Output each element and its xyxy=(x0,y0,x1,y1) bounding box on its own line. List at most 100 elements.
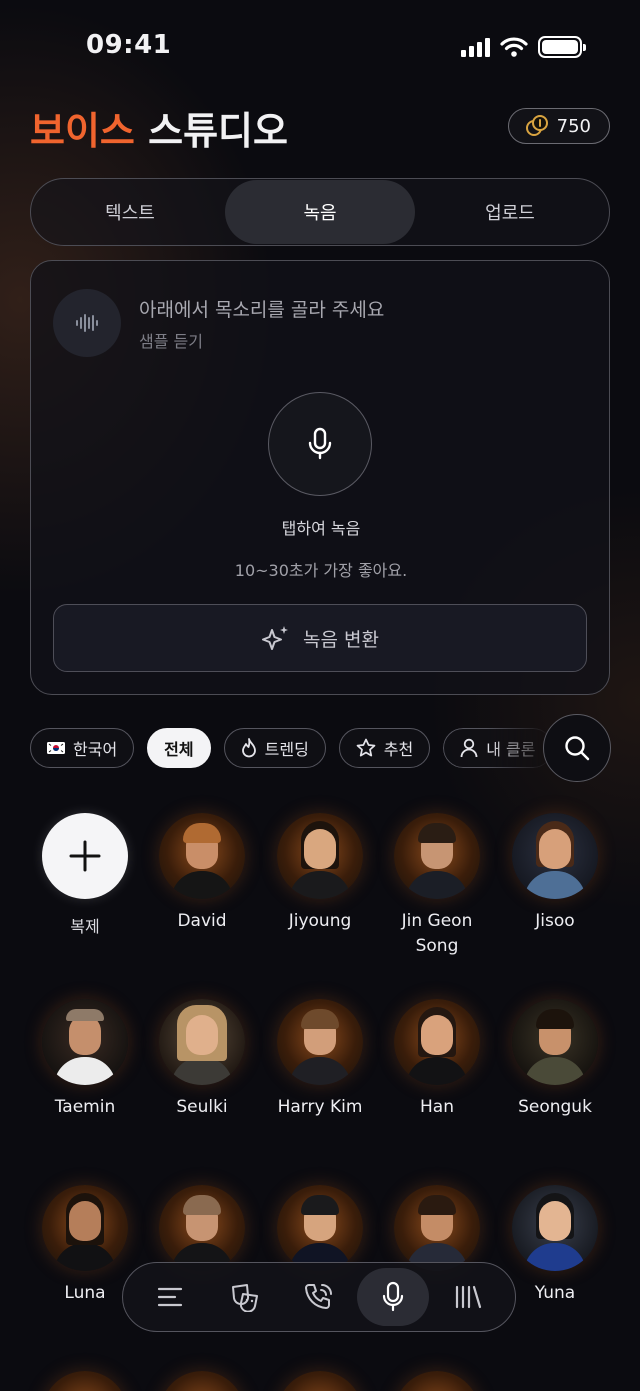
filter-my-clones[interactable]: 내 클론 xyxy=(443,728,553,768)
avatar-jisoo xyxy=(512,813,598,899)
voice-name: Seulki xyxy=(176,1097,228,1117)
credits-badge[interactable]: 750 xyxy=(507,108,610,144)
nav-characters[interactable] xyxy=(209,1268,281,1326)
tab-text[interactable]: 텍스트 xyxy=(35,180,225,244)
voice-name: Harry Kim xyxy=(277,1097,363,1117)
search-button[interactable] xyxy=(543,714,611,782)
voice-name: Yuna xyxy=(534,1283,576,1303)
tab-upload[interactable]: 업로드 xyxy=(415,180,605,244)
record-card: 아래에서 목소리를 골라 주세요 샘플 듣기 탭하여 녹음 10~30초가 가장… xyxy=(30,260,610,695)
convert-recording-button[interactable]: 녹음 변환 xyxy=(53,604,587,672)
input-mode-tabs: 텍스트 녹음 업로드 xyxy=(30,178,610,246)
title-rest: 스튜디오 xyxy=(148,109,288,153)
avatar xyxy=(159,1185,245,1271)
tap-to-record-label: 탭하여 녹음 xyxy=(281,519,361,538)
title-accent: 보이스 xyxy=(30,109,135,153)
avatar-jiyoung xyxy=(277,813,363,899)
avatar xyxy=(277,1185,363,1271)
sample-subtitle: 샘플 듣기 xyxy=(139,331,203,351)
avatar-yuna xyxy=(512,1185,598,1271)
voice-card-yuna[interactable]: Yuna xyxy=(500,1185,610,1306)
voice-card[interactable] xyxy=(265,1185,375,1271)
voice-filter-bar: 한국어 전체 트렌딩 추천 내 클론 xyxy=(30,728,560,768)
filter-trending[interactable]: 트렌딩 xyxy=(223,728,326,768)
phone-call-icon xyxy=(304,1284,332,1309)
voice-name: Taemin xyxy=(54,1097,116,1117)
voice-card-jisoo[interactable]: Jisoo xyxy=(500,813,610,934)
voice-name: Jisoo xyxy=(535,911,575,931)
nav-menu[interactable] xyxy=(134,1268,206,1326)
record-button[interactable] xyxy=(268,392,372,496)
filter-korean[interactable]: 한국어 xyxy=(30,728,135,768)
avatar xyxy=(277,1371,363,1391)
filter-recommended[interactable]: 추천 xyxy=(338,728,431,768)
tab-record[interactable]: 녹음 xyxy=(225,180,415,244)
microphone-icon xyxy=(308,427,332,460)
filter-korean-label: 한국어 xyxy=(73,740,118,759)
voice-studio-screen: 09:41 보이스 스튜디오 750 텍스트 녹음 업로드 아래에서 목소리를 … xyxy=(0,0,640,1391)
theater-mask-icon xyxy=(231,1284,258,1312)
avatar xyxy=(42,1371,128,1391)
avatar xyxy=(159,1371,245,1391)
star-icon xyxy=(356,738,376,757)
plus-icon xyxy=(69,840,101,872)
voice-name: Jin Geon Song xyxy=(401,911,473,956)
filter-recommended-label: 추천 xyxy=(383,740,414,759)
avatar-david xyxy=(159,813,245,899)
voice-card-jin-geon-song[interactable]: Jin Geon Song xyxy=(382,813,492,959)
status-bar: 09:41 xyxy=(0,0,640,90)
voice-card-seulki[interactable]: Seulki xyxy=(147,999,257,1120)
voice-card-han[interactable]: Han xyxy=(382,999,492,1120)
voice-card[interactable] xyxy=(147,1185,257,1271)
clone-voice-item[interactable]: 복제 xyxy=(30,813,140,937)
clone-voice-button[interactable] xyxy=(42,813,128,899)
sample-title: 아래에서 목소리를 골라 주세요 xyxy=(139,298,385,321)
voice-name: David xyxy=(177,911,227,931)
filter-my-clones-label: 내 클론 xyxy=(486,740,536,759)
cellular-signal-icon xyxy=(461,37,490,57)
library-icon xyxy=(455,1285,481,1309)
avatar-jin-geon-song xyxy=(394,813,480,899)
credits-count: 750 xyxy=(556,115,591,137)
flame-icon xyxy=(241,738,256,758)
voice-card-seonguk[interactable]: Seonguk xyxy=(500,999,610,1120)
voice-card-harry-kim[interactable]: Harry Kim xyxy=(265,999,375,1120)
person-icon xyxy=(460,738,478,758)
avatar-han xyxy=(394,999,480,1085)
voice-card[interactable] xyxy=(147,1371,257,1391)
avatar-luna xyxy=(42,1185,128,1271)
sparkles-icon xyxy=(262,626,289,650)
voice-name: Jiyoung xyxy=(288,911,352,931)
avatar-harry-kim xyxy=(277,999,363,1085)
voice-card-david[interactable]: David xyxy=(147,813,257,934)
voice-card[interactable] xyxy=(382,1185,492,1271)
nav-calls[interactable] xyxy=(283,1268,355,1326)
voice-card[interactable] xyxy=(382,1371,492,1391)
coins-icon xyxy=(525,115,548,136)
avatar-seulki xyxy=(159,999,245,1085)
nav-record[interactable] xyxy=(357,1268,430,1326)
avatar-taemin xyxy=(42,999,128,1085)
filter-all[interactable]: 전체 xyxy=(147,728,211,768)
waveform-icon xyxy=(76,314,98,332)
voice-name: Han xyxy=(420,1097,454,1117)
voice-card[interactable] xyxy=(30,1371,140,1391)
battery-icon xyxy=(538,36,586,58)
status-time: 09:41 xyxy=(86,30,172,60)
nav-library[interactable] xyxy=(432,1268,504,1326)
voice-card-jiyoung[interactable]: Jiyoung xyxy=(265,813,375,934)
header: 보이스 스튜디오 750 xyxy=(30,100,610,153)
filter-all-label: 전체 xyxy=(164,740,194,759)
menu-icon xyxy=(158,1287,183,1307)
page-title: 보이스 스튜디오 xyxy=(30,100,288,155)
avatar xyxy=(394,1371,480,1391)
microphone-icon xyxy=(383,1281,404,1312)
clone-label: 복제 xyxy=(70,917,100,936)
duration-hint: 10~30초가 가장 좋아요. xyxy=(234,561,408,580)
filter-trending-label: 트렌딩 xyxy=(264,740,309,759)
sample-play-button[interactable] xyxy=(53,289,121,357)
voice-card-taemin[interactable]: Taemin xyxy=(30,999,140,1120)
korea-flag-icon xyxy=(47,742,65,754)
voice-card[interactable] xyxy=(265,1371,375,1391)
sample-text: 아래에서 목소리를 골라 주세요 샘플 듣기 xyxy=(139,295,384,352)
